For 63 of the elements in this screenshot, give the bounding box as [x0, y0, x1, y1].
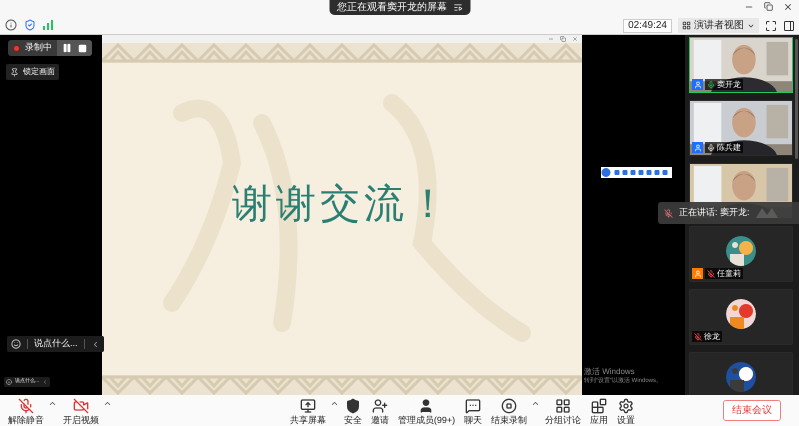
- pause-icon[interactable]: [62, 43, 72, 53]
- caret-icon[interactable]: [330, 399, 339, 408]
- avatar-tile[interactable]: 任童莉: [689, 226, 793, 282]
- close-icon[interactable]: [572, 36, 578, 42]
- toolbar-button[interactable]: 应用: [586, 395, 612, 426]
- video-tile[interactable]: 窦开龙: [689, 37, 793, 93]
- chat-icon: [465, 398, 482, 414]
- avatar-tile[interactable]: [689, 352, 793, 395]
- meeting-timer: 02:49:24: [623, 18, 672, 32]
- sharing-notice: 您正在观看窦开龙的屏幕: [337, 2, 447, 12]
- participant-name: 任童莉: [717, 270, 741, 278]
- logo-icon: [756, 208, 778, 218]
- caret-icon[interactable]: [48, 399, 57, 408]
- mic-muted-icon: [664, 208, 673, 218]
- toolbar-button[interactable]: 解除静音: [4, 395, 48, 426]
- grid-icon: [555, 398, 572, 414]
- mic-muted-icon: [18, 398, 34, 414]
- participant-name: 窦开龙: [717, 80, 741, 88]
- add-user-icon: [372, 398, 388, 414]
- video-tile[interactable]: 陈兵建: [689, 100, 793, 156]
- recording-status: 录制中: [25, 41, 52, 54]
- toolbar-button[interactable]: 共享屏幕: [286, 395, 330, 426]
- list-icon[interactable]: [453, 3, 462, 12]
- caret-icon[interactable]: [103, 399, 112, 408]
- toolbar-button[interactable]: 聊天: [460, 395, 486, 426]
- caret-icon[interactable]: [531, 399, 540, 408]
- close-icon[interactable]: [783, 2, 793, 12]
- toolbar-button[interactable]: 结束录制: [487, 395, 532, 426]
- apps-icon: [591, 398, 608, 414]
- avatar-tile[interactable]: 徐龙: [689, 289, 793, 345]
- lock-view-button[interactable]: 锁定画面: [6, 64, 59, 80]
- annotation-toolbar[interactable]: [601, 167, 672, 178]
- shield-icon[interactable]: [24, 19, 36, 31]
- monitor-icon: [300, 398, 316, 414]
- user-icon: [418, 398, 434, 414]
- collapse-icon: [42, 379, 48, 385]
- participant-name: 徐龙: [704, 332, 720, 340]
- settings-icon: [618, 398, 634, 414]
- restore-icon[interactable]: [764, 2, 773, 11]
- speaking-indicator: 正在讲话: 窦开龙:: [679, 206, 750, 220]
- emoji-icon: [6, 379, 12, 385]
- info-icon[interactable]: [5, 19, 17, 31]
- toolbar-button[interactable]: 安全: [340, 395, 366, 426]
- stop-icon[interactable]: [78, 44, 87, 52]
- slide-heading: 谢谢交流！: [232, 180, 452, 229]
- toolbar-button[interactable]: 分组讨论: [541, 395, 586, 426]
- stop-icon: [501, 398, 518, 414]
- pin-icon: [10, 68, 19, 76]
- activation-title: 激活 Windows: [584, 367, 636, 377]
- toolbar-button[interactable]: 设置: [613, 395, 640, 426]
- toolbar-button[interactable]: 管理成员(99+): [394, 395, 460, 426]
- layout-icon: [682, 21, 691, 30]
- fullscreen-icon[interactable]: [765, 20, 777, 32]
- toolbar-button[interactable]: 开启视频: [59, 395, 103, 426]
- participant-name: 陈兵建: [717, 144, 741, 152]
- end-meeting-button[interactable]: 结束会议: [722, 400, 781, 421]
- toolbar-button[interactable]: 邀请: [366, 395, 393, 426]
- side-panel-icon[interactable]: [783, 20, 795, 32]
- shield-icon: [344, 398, 361, 414]
- view-mode-button[interactable]: 演讲者视图: [678, 18, 759, 33]
- camera-off-icon: [73, 398, 89, 414]
- chat-prompt-button[interactable]: 说点什么...: [7, 336, 104, 352]
- emoji-icon: [11, 339, 21, 349]
